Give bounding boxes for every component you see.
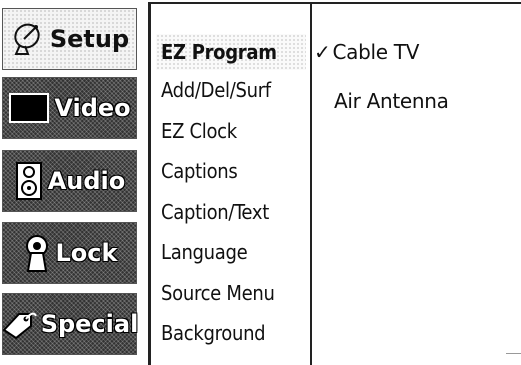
menu-item-ez-clock[interactable]: EZ Clock	[156, 113, 306, 149]
tab-label: Audio	[47, 167, 126, 195]
tab-setup[interactable]: Setup	[2, 8, 137, 70]
tab-lock[interactable]: Lock	[2, 222, 137, 284]
menu-item-add-del-surf[interactable]: Add/Del/Surf	[156, 72, 306, 108]
checkmark-icon: ✓	[314, 40, 331, 64]
tab-label: Special	[40, 310, 139, 338]
tab-label: Setup	[49, 25, 130, 53]
option-air-antenna[interactable]: Air Antenna	[334, 89, 449, 113]
keyhole-icon	[22, 233, 52, 273]
tv-screen-icon	[8, 92, 50, 124]
tab-video[interactable]: Video	[2, 77, 137, 139]
divider	[506, 353, 521, 354]
menu-item-background[interactable]: Background	[156, 315, 306, 351]
tag-icon	[1, 308, 37, 340]
panel-divider	[310, 2, 312, 365]
satellite-dish-icon	[10, 21, 46, 57]
menu-item-ez-program[interactable]: EZ Program	[156, 34, 306, 70]
tab-special[interactable]: Special	[1, 293, 139, 355]
tab-label: Video	[54, 94, 131, 122]
tab-audio[interactable]: Audio	[2, 150, 137, 212]
options-top-border	[310, 2, 521, 4]
menu-item-language[interactable]: Language	[156, 234, 306, 270]
speaker-icon	[14, 161, 44, 201]
tab-label: Lock	[55, 239, 118, 267]
menu-item-source-menu[interactable]: Source Menu	[156, 275, 306, 311]
menu-item-caption-text[interactable]: Caption/Text	[156, 194, 306, 230]
option-label: Air Antenna	[334, 89, 449, 113]
option-label: Cable TV	[332, 40, 420, 64]
option-cable-tv[interactable]: ✓ Cable TV	[314, 40, 419, 64]
menu-item-captions[interactable]: Captions	[156, 153, 306, 189]
